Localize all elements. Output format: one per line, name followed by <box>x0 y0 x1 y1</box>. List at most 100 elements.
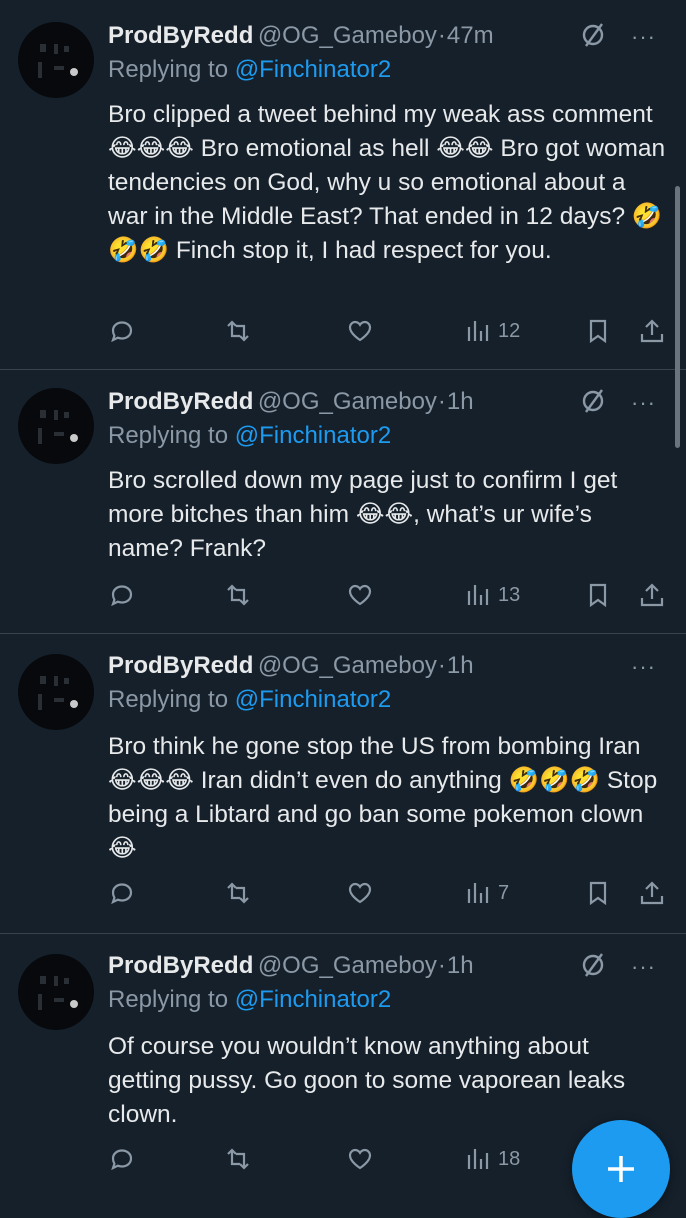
views-button[interactable]: 12 <box>464 314 520 348</box>
avatar[interactable] <box>18 654 94 730</box>
reply-button[interactable] <box>108 578 136 612</box>
views-count: 13 <box>498 583 521 606</box>
user-handle[interactable]: @OG_Gameboy <box>258 22 437 49</box>
mention-link[interactable]: @Finchinator2 <box>235 422 391 449</box>
tweet-text: Of course you wouldn’t know anything abo… <box>108 1033 626 1128</box>
retweet-icon <box>227 882 249 904</box>
reply-icon <box>111 883 133 905</box>
display-name[interactable]: ProdByRedd <box>108 388 253 415</box>
views-button[interactable]: 7 <box>464 876 509 910</box>
timestamp[interactable]: 1h <box>447 652 474 679</box>
like-button[interactable] <box>346 314 374 348</box>
scrollbar[interactable] <box>675 186 680 448</box>
tweet-header: ProdByRedd @OG_Gameboy·1h ··· <box>108 652 670 682</box>
replying-to: Replying to @Finchinator2 <box>108 686 391 714</box>
grok-icon[interactable] <box>578 386 608 416</box>
tweet-text: Bro think he gone stop the US from bombi… <box>108 733 658 862</box>
separator: · <box>437 388 446 415</box>
tweet-actions: 13 <box>108 578 668 612</box>
reply-icon <box>111 321 133 343</box>
replying-to: Replying to @Finchinator2 <box>108 986 391 1014</box>
bookmark-button[interactable] <box>584 578 612 612</box>
bookmark-button[interactable] <box>584 314 612 348</box>
retweet-icon <box>227 320 249 342</box>
tweet-actions: 7 <box>108 876 668 910</box>
tweet[interactable]: ProdByRedd @OG_Gameboy·47m ··· Replying … <box>0 0 686 370</box>
more-options-icon[interactable]: ··· <box>631 654 656 680</box>
grok-icon[interactable] <box>578 950 608 980</box>
bookmark-icon <box>589 319 607 344</box>
user-handle[interactable]: @OG_Gameboy <box>258 388 437 415</box>
avatar[interactable] <box>18 388 94 464</box>
timestamp[interactable]: 1h <box>447 952 474 979</box>
share-button[interactable] <box>638 876 666 910</box>
replying-to: Replying to @Finchinator2 <box>108 56 391 84</box>
display-name[interactable]: ProdByRedd <box>108 22 253 49</box>
display-name[interactable]: ProdByRedd <box>108 652 253 679</box>
mention-link[interactable]: @Finchinator2 <box>235 986 391 1013</box>
tweet[interactable]: ProdByRedd @OG_Gameboy·1h ··· Replying t… <box>0 634 686 934</box>
plus-icon <box>608 1156 634 1182</box>
bookmark-icon <box>589 881 607 906</box>
retweet-button[interactable] <box>224 1142 252 1176</box>
share-button[interactable] <box>638 314 666 348</box>
replying-to-label: Replying to <box>108 686 229 713</box>
views-count: 12 <box>498 319 521 342</box>
replying-to: Replying to @Finchinator2 <box>108 422 391 450</box>
views-icon <box>467 883 489 903</box>
views-button[interactable]: 13 <box>464 578 520 612</box>
replying-to-label: Replying to <box>108 986 229 1013</box>
tweet-text: Bro scrolled down my page just to confir… <box>108 467 618 562</box>
user-handle[interactable]: @OG_Gameboy <box>258 952 437 979</box>
reply-button[interactable] <box>108 1142 136 1176</box>
reply-button[interactable] <box>108 314 136 348</box>
retweet-button[interactable] <box>224 876 252 910</box>
timestamp[interactable]: 47m <box>447 22 494 49</box>
tweet-text: Bro clipped a tweet behind my weak ass c… <box>108 101 666 264</box>
display-name[interactable]: ProdByRedd <box>108 952 253 979</box>
more-options-icon[interactable]: ··· <box>631 390 656 416</box>
bookmark-button[interactable] <box>584 876 612 910</box>
reply-icon <box>111 585 133 607</box>
share-icon <box>640 319 664 343</box>
views-count: 7 <box>498 881 510 904</box>
views-button[interactable]: 18 <box>464 1142 520 1176</box>
retweet-button[interactable] <box>224 578 252 612</box>
mention-link[interactable]: @Finchinator2 <box>235 686 391 713</box>
like-button[interactable] <box>346 876 374 910</box>
like-icon <box>348 584 372 606</box>
retweet-icon <box>227 584 249 606</box>
like-icon <box>348 882 372 904</box>
views-icon <box>467 321 489 341</box>
bookmark-icon <box>589 583 607 608</box>
tweet-header: ProdByRedd @OG_Gameboy·1h ··· <box>108 952 670 982</box>
avatar[interactable] <box>18 22 94 98</box>
share-icon <box>640 583 664 607</box>
user-handle[interactable]: @OG_Gameboy <box>258 652 437 679</box>
tweet-actions: 12 <box>108 314 668 348</box>
separator: · <box>437 22 446 49</box>
tweet-header: ProdByRedd @OG_Gameboy·1h ··· <box>108 388 670 418</box>
more-options-icon[interactable]: ··· <box>631 954 656 980</box>
like-button[interactable] <box>346 578 374 612</box>
like-icon <box>348 1148 372 1170</box>
share-icon <box>640 881 664 905</box>
views-icon <box>467 1149 489 1169</box>
share-button[interactable] <box>638 578 666 612</box>
separator: · <box>437 652 446 679</box>
tweet[interactable]: ProdByRedd @OG_Gameboy·1h ··· Replying t… <box>0 370 686 634</box>
reply-icon <box>111 1149 133 1171</box>
retweet-button[interactable] <box>224 314 252 348</box>
more-options-icon[interactable]: ··· <box>631 24 656 50</box>
mention-link[interactable]: @Finchinator2 <box>235 56 391 83</box>
views-icon <box>467 585 489 605</box>
like-button[interactable] <box>346 1142 374 1176</box>
timestamp[interactable]: 1h <box>447 388 474 415</box>
compose-button[interactable] <box>572 1120 670 1218</box>
separator: · <box>437 952 446 979</box>
grok-icon[interactable] <box>578 20 608 50</box>
retweet-icon <box>227 1148 249 1170</box>
avatar[interactable] <box>18 954 94 1030</box>
reply-button[interactable] <box>108 876 136 910</box>
views-count: 18 <box>498 1147 521 1170</box>
